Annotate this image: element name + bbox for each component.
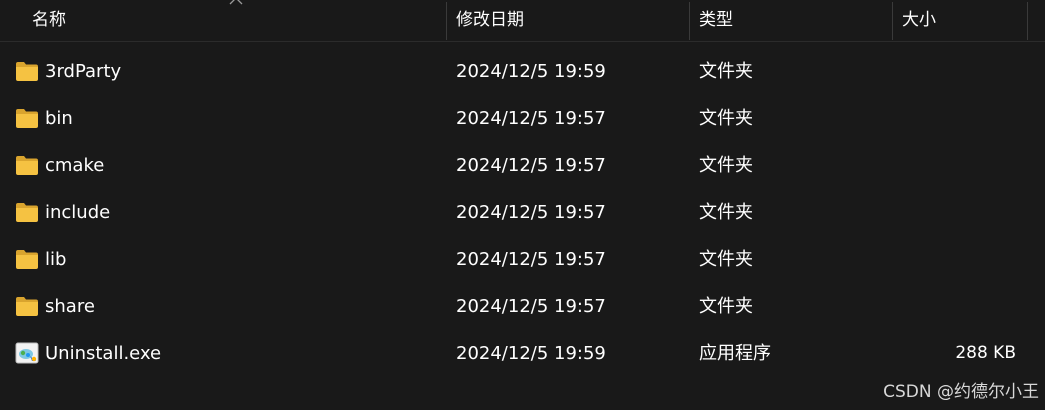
file-row[interactable]: cmake 2024/12/5 19:57 文件夹 [0,142,1045,189]
file-type: 文件夹 [699,249,753,270]
folder-icon [16,156,38,175]
file-name: cmake [45,155,105,176]
column-header-size[interactable]: 大小 [892,0,1027,41]
file-name: lib [45,249,67,270]
folder-icon [16,203,38,222]
file-name: bin [45,108,73,129]
file-row[interactable]: lib 2024/12/5 19:57 文件夹 [0,236,1045,283]
column-header-bar: 名称 修改日期 类型 大小 [0,0,1045,42]
file-modified: 2024/12/5 19:57 [456,155,606,176]
file-name: 3rdParty [45,61,122,82]
column-header-type[interactable]: 类型 [689,0,892,41]
file-type: 文件夹 [699,61,753,82]
file-type: 文件夹 [699,155,753,176]
column-header-modified[interactable]: 修改日期 [446,0,689,41]
file-row[interactable]: include 2024/12/5 19:57 文件夹 [0,189,1045,236]
file-name: include [45,202,111,223]
file-name: share [45,296,95,317]
file-type: 文件夹 [699,108,753,129]
file-size: 288 KB [955,343,1016,363]
installer-icon [15,342,39,364]
file-modified: 2024/12/5 19:57 [456,202,606,223]
file-name: Uninstall.exe [45,343,162,364]
file-modified: 2024/12/5 19:57 [456,296,606,317]
file-modified: 2024/12/5 19:57 [456,108,606,129]
file-row[interactable]: 3rdParty 2024/12/5 19:59 文件夹 [0,48,1045,95]
file-modified: 2024/12/5 19:59 [456,343,606,364]
file-row[interactable]: share 2024/12/5 19:57 文件夹 [0,283,1045,330]
folder-icon [16,62,38,81]
folder-icon [16,109,38,128]
file-modified: 2024/12/5 19:57 [456,249,606,270]
folder-icon [16,297,38,316]
file-row[interactable]: bin 2024/12/5 19:57 文件夹 [0,95,1045,142]
file-type: 文件夹 [699,296,753,317]
column-header-name[interactable]: 名称 [22,0,446,41]
file-list: 3rdParty 2024/12/5 19:59 文件夹 bin 2024/12… [0,48,1045,377]
folder-icon [16,250,38,269]
file-row[interactable]: Uninstall.exe 2024/12/5 19:59 应用程序 288 K… [0,330,1045,377]
file-type: 应用程序 [699,343,771,364]
column-divider[interactable] [1027,2,1028,40]
file-modified: 2024/12/5 19:59 [456,61,606,82]
watermark: CSDN @约德尔小王 [883,382,1039,402]
file-explorer: 名称 修改日期 类型 大小 3rdParty 2024/12/5 19:59 文… [0,0,1045,410]
file-type: 文件夹 [699,202,753,223]
